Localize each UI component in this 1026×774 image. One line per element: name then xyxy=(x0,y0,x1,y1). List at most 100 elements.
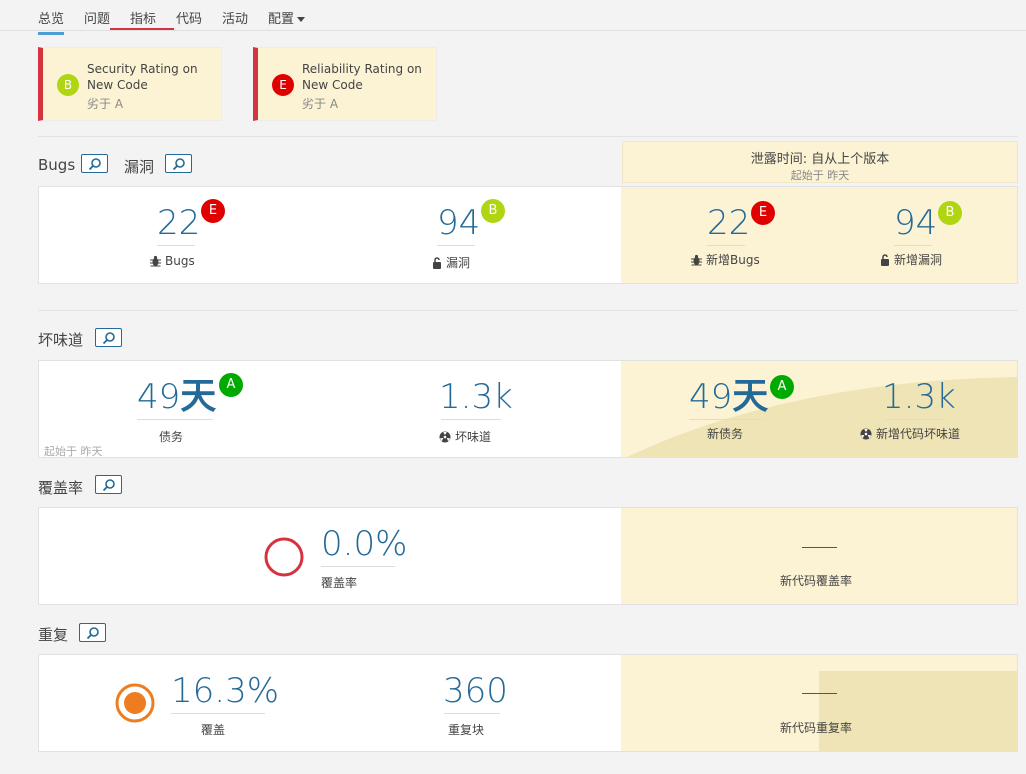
search-icon xyxy=(102,332,115,345)
quality-gate-threshold: 劣于 A xyxy=(87,97,124,111)
tab-issues[interactable]: 问题 xyxy=(84,8,110,27)
technical-debt-number: 49 xyxy=(137,377,181,417)
code-smells-label-text: 坏味道 xyxy=(455,430,492,444)
underline xyxy=(884,419,944,420)
search-icon xyxy=(86,627,99,640)
tab-config-label: 配置 xyxy=(268,12,295,27)
new-bugs-label-text: 新增Bugs xyxy=(706,253,760,267)
duplicated-blocks-label: 重复块 xyxy=(448,723,485,737)
bugs-count[interactable]: 22 xyxy=(157,203,200,243)
new-code-smells-count[interactable]: 1.3k xyxy=(882,377,956,417)
new-code-duplication-label: 新代码重复率 xyxy=(780,721,853,735)
duplicated-lines-label: 覆盖 xyxy=(201,723,226,737)
vulnerabilities-label-text: 漏洞 xyxy=(446,256,471,270)
debt-trend-graph xyxy=(627,377,1017,457)
section-title-bugs: Bugs xyxy=(38,156,76,174)
vulnerabilities-rating-badge[interactable]: B xyxy=(481,199,505,223)
quality-gate-card-reliability[interactable]: E Reliability Rating on New Code 劣于 A xyxy=(253,47,437,121)
duplication-bubble-icon xyxy=(115,683,155,723)
new-bugs-count[interactable]: 22 xyxy=(707,203,750,243)
lock-icon xyxy=(433,257,441,269)
bugs-rating-badge[interactable]: E xyxy=(201,199,225,223)
new-code-coverage-label: 新代码覆盖率 xyxy=(780,574,853,588)
divider xyxy=(38,310,1018,311)
underline xyxy=(437,245,475,246)
tab-overview[interactable]: 总览 xyxy=(38,8,65,35)
duplication-trend-block xyxy=(819,671,1017,751)
vulnerabilities-search-button[interactable] xyxy=(165,154,192,173)
bugs-panel: 22 E Bugs 94 B 漏洞 22 E 新增Bugs 94 B 新增漏洞 xyxy=(38,186,1018,284)
search-icon xyxy=(102,479,115,492)
code-smells-search-button[interactable] xyxy=(95,328,122,347)
quality-gate-title: Reliability Rating on New Code xyxy=(302,62,422,92)
technical-debt-value[interactable]: 49天 xyxy=(137,376,217,418)
new-vulnerabilities-count[interactable]: 94 xyxy=(894,203,937,243)
section-title-code-smells: 坏味道 xyxy=(38,331,84,349)
section-title-coverage: 覆盖率 xyxy=(38,479,84,497)
underline xyxy=(171,713,265,714)
new-technical-debt-number: 49 xyxy=(689,377,733,417)
underline xyxy=(894,245,932,246)
nav-highlight-line xyxy=(110,28,174,30)
new-vulnerabilities-label-text: 新增漏洞 xyxy=(894,253,943,267)
divider xyxy=(38,136,1018,137)
new-technical-debt-unit: 天 xyxy=(732,376,769,417)
underline xyxy=(321,566,395,567)
search-icon xyxy=(88,158,101,171)
duplicated-blocks-count[interactable]: 360 xyxy=(443,671,508,711)
new-bugs-label: 新增Bugs xyxy=(691,251,760,268)
underline xyxy=(157,245,195,246)
bug-icon xyxy=(691,254,702,266)
new-code-smells-label-text: 新增代码坏味道 xyxy=(876,427,961,441)
leak-period-header: 泄露时间: 自从上个版本 起始于 昨天 xyxy=(622,141,1018,183)
bug-icon xyxy=(150,255,161,267)
underline xyxy=(444,713,500,714)
coverage-label: 覆盖率 xyxy=(321,576,358,590)
no-value-dash xyxy=(802,547,837,548)
lock-icon xyxy=(881,254,889,266)
technical-debt-unit: 天 xyxy=(180,376,217,417)
new-vulnerabilities-label: 新增漏洞 xyxy=(880,251,942,268)
new-maintainability-rating-badge[interactable]: A xyxy=(770,375,794,399)
tab-code[interactable]: 代码 xyxy=(176,8,202,27)
quality-gate-title: Security Rating on New Code xyxy=(87,62,198,92)
duplications-search-button[interactable] xyxy=(79,623,106,642)
coverage-value[interactable]: 0.0% xyxy=(321,524,407,564)
underline xyxy=(689,419,765,420)
code-smells-label: 坏味道 xyxy=(439,428,491,445)
bugs-label-text: Bugs xyxy=(165,254,195,268)
maintainability-rating-badge[interactable]: A xyxy=(219,373,243,397)
technical-debt-label: 债务 xyxy=(159,430,184,444)
chevron-down-icon xyxy=(297,17,306,22)
top-nav: 总览 问题 指标 代码 活动 配置 xyxy=(0,0,1026,35)
coverage-search-button[interactable] xyxy=(95,475,122,494)
search-icon xyxy=(172,158,185,171)
new-bugs-rating-badge[interactable]: E xyxy=(751,201,775,225)
code-smells-panel: 49天 A 债务 1.3k 坏味道 起始于 昨天 49天 A 新债务 1.3k … xyxy=(38,360,1018,458)
code-smells-count[interactable]: 1.3k xyxy=(439,377,513,417)
rating-badge: B xyxy=(57,74,79,96)
new-technical-debt-value[interactable]: 49天 xyxy=(689,376,769,418)
tab-config[interactable]: 配置 xyxy=(268,8,306,27)
leak-area xyxy=(621,508,1017,604)
quality-gate-card-security[interactable]: B Security Rating on New Code 劣于 A xyxy=(38,47,222,121)
vulnerabilities-label: 漏洞 xyxy=(432,254,470,271)
leak-period-start: 起始于 昨天 xyxy=(790,169,850,182)
bugs-search-button[interactable] xyxy=(81,154,108,173)
coverage-panel: 0.0% 覆盖率 新代码覆盖率 xyxy=(38,507,1018,605)
tab-activity[interactable]: 活动 xyxy=(222,8,248,27)
vulnerabilities-count[interactable]: 94 xyxy=(437,203,480,243)
debt-start-note: 起始于 昨天 xyxy=(44,445,103,458)
new-code-smells-label: 新增代码坏味道 xyxy=(860,425,960,442)
underline xyxy=(137,419,213,420)
new-technical-debt-label: 新债务 xyxy=(707,427,744,441)
new-vulnerabilities-rating-badge[interactable]: B xyxy=(938,201,962,225)
coverage-donut-chart xyxy=(264,537,304,577)
duplications-panel: 16.3% 覆盖 360 重复块 新代码重复率 xyxy=(38,654,1018,752)
duplicated-lines-value[interactable]: 16.3% xyxy=(171,671,279,711)
radiation-icon xyxy=(860,428,872,440)
underline xyxy=(441,419,501,420)
bugs-label: Bugs xyxy=(150,254,195,268)
underline xyxy=(707,245,745,246)
tab-measures[interactable]: 指标 xyxy=(130,8,156,27)
